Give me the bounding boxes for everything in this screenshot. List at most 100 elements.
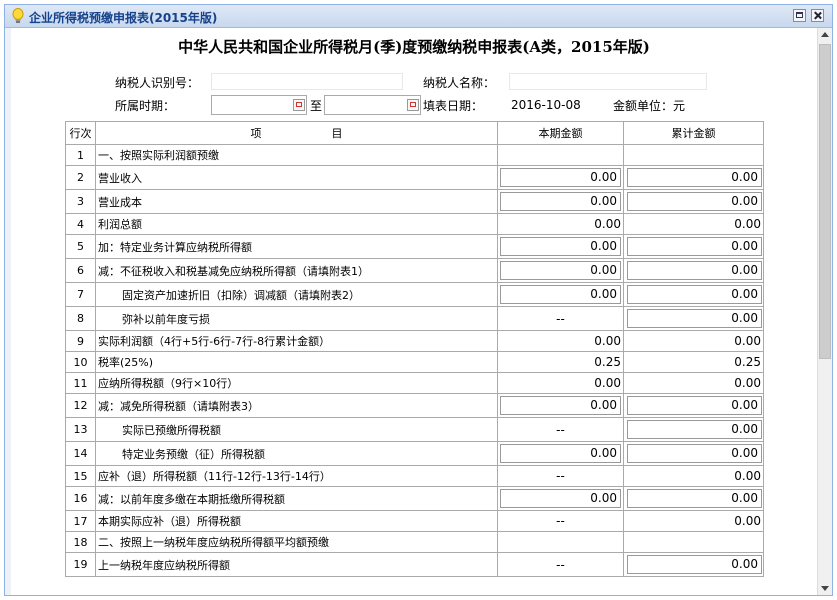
table-row: 18 二、按照上一纳税年度应纳税所得额平均额预缴 <box>65 532 764 553</box>
table-row: 12 减：减免所得税额（请填附表3） 0.00 0.00 <box>65 394 764 418</box>
report-table: 行次 项 目 本期金额 累计金额 1 一、按照实际利润额预缴 2 营业收入 0.00 0.… <box>65 121 764 577</box>
taxpayer-id-input[interactable] <box>211 73 403 90</box>
table-row: 14 特定业务预缴（征）所得税额 0.00 0.00 <box>65 442 764 466</box>
cumulative-amount-input[interactable]: 0.00 <box>627 285 762 304</box>
row-current-cell: 0.00 <box>497 283 623 306</box>
current-amount-value: 0.25 <box>594 355 621 369</box>
row-item-label: 一、按照实际利润额预缴 <box>95 145 497 165</box>
current-amount-input[interactable]: 0.00 <box>500 192 621 211</box>
current-amount-input[interactable]: 0.00 <box>500 489 621 508</box>
calendar-icon[interactable] <box>293 99 305 111</box>
table-row: 2 营业收入 0.00 0.00 <box>65 166 764 190</box>
table-row: 3 营业成本 0.00 0.00 <box>65 190 764 214</box>
cumulative-amount-value: 0.00 <box>734 514 761 528</box>
taxpayer-name-label: 纳税人名称： <box>423 76 496 90</box>
cumulative-amount-value: 0.25 <box>734 355 761 369</box>
row-item-label: 税率(25%) <box>95 352 497 372</box>
cumulative-amount-value: 0.00 <box>734 469 761 483</box>
period-label: 所属时期： <box>115 99 176 113</box>
cumulative-amount-value: 0.00 <box>734 334 761 348</box>
cumulative-amount-input[interactable]: 0.00 <box>627 192 762 211</box>
report-title: 中华人民共和国企业所得税月(季)度预缴纳税申报表(A类，2015年版) <box>178 38 650 56</box>
window-restore-icon[interactable] <box>793 9 806 22</box>
row-cumulative-cell: 0.00 <box>623 331 764 351</box>
row-item-label: 弥补以前年度亏损 <box>95 307 497 330</box>
cumulative-amount-input[interactable]: 0.00 <box>627 555 762 574</box>
header-item: 项 目 <box>95 122 497 144</box>
row-current-cell: 0.00 <box>497 214 623 234</box>
table-row: 6 减：不征税收入和税基减免应纳税所得额（请填附表1） 0.00 0.00 <box>65 259 764 283</box>
row-current-cell: 0.00 <box>497 442 623 465</box>
table-row: 17 本期实际应补（退）所得税额 -- 0.00 <box>65 511 764 532</box>
row-current-cell <box>497 532 623 552</box>
cumulative-amount-value: 0.00 <box>734 376 761 390</box>
window-close-icon[interactable] <box>811 9 824 22</box>
row-cumulative-cell: 0.00 <box>623 442 764 465</box>
row-cumulative-cell: 0.25 <box>623 352 764 372</box>
scroll-thumb[interactable] <box>819 44 831 359</box>
row-cumulative-cell: 0.00 <box>623 373 764 393</box>
row-number: 12 <box>65 394 95 417</box>
unit-label: 金额单位：元 <box>613 99 686 113</box>
row-current-cell: 0.00 <box>497 394 623 417</box>
taxpayer-name-input[interactable] <box>509 73 707 90</box>
table-row: 4 利润总额 0.00 0.00 <box>65 214 764 235</box>
scroll-down-icon[interactable] <box>818 581 832 595</box>
row-current-cell: 0.25 <box>497 352 623 372</box>
current-amount-input[interactable]: 0.00 <box>500 285 621 304</box>
row-current-cell: 0.00 <box>497 331 623 351</box>
scroll-up-icon[interactable] <box>818 28 832 42</box>
row-item-label: 营业成本 <box>95 190 497 213</box>
period-end-input[interactable] <box>324 95 421 115</box>
dialog-window: 企业所得税预缴申报表(2015年版) 中华人民共和国企业所得税月(季)度预缴纳税… <box>4 4 833 596</box>
row-item-label: 特定业务预缴（征）所得税额 <box>95 442 497 465</box>
row-current-cell: 0.00 <box>497 166 623 189</box>
row-number: 6 <box>65 259 95 282</box>
cumulative-amount-input[interactable]: 0.00 <box>627 396 762 415</box>
table-row: 13 实际已预缴所得税额 -- 0.00 <box>65 418 764 442</box>
calendar-icon[interactable] <box>407 99 419 111</box>
row-item-label: 实际已预缴所得税额 <box>95 418 497 441</box>
fill-date-label: 填表日期： <box>423 99 484 113</box>
row-number: 4 <box>65 214 95 234</box>
period-to-label: 至 <box>310 99 323 113</box>
row-item-label: 上一纳税年度应纳税所得额 <box>95 553 497 576</box>
table-row: 1 一、按照实际利润额预缴 <box>65 145 764 166</box>
row-current-cell: -- <box>497 553 623 576</box>
row-number: 15 <box>65 466 95 486</box>
cumulative-amount-input[interactable]: 0.00 <box>627 489 762 508</box>
row-cumulative-cell: 0.00 <box>623 259 764 282</box>
row-cumulative-cell: 0.00 <box>623 511 764 531</box>
row-cumulative-cell <box>623 145 764 165</box>
cumulative-amount-input[interactable]: 0.00 <box>627 420 762 439</box>
row-number: 3 <box>65 190 95 213</box>
cumulative-amount-input[interactable]: 0.00 <box>627 261 762 280</box>
cumulative-amount-input[interactable]: 0.00 <box>627 444 762 463</box>
current-amount-input[interactable]: 0.00 <box>500 261 621 280</box>
table-row: 15 应补（退）所得税额（11行-12行-13行-14行） -- 0.00 <box>65 466 764 487</box>
cumulative-amount-input[interactable]: 0.00 <box>627 168 762 187</box>
row-number: 19 <box>65 553 95 576</box>
row-cumulative-cell: 0.00 <box>623 466 764 486</box>
period-start-input[interactable] <box>211 95 307 115</box>
row-number: 10 <box>65 352 95 372</box>
row-number: 2 <box>65 166 95 189</box>
cumulative-amount-input[interactable]: 0.00 <box>627 309 762 328</box>
vertical-scrollbar[interactable] <box>817 28 832 595</box>
table-header-row: 行次 项 目 本期金额 累计金额 <box>65 122 764 145</box>
current-amount-input[interactable]: 0.00 <box>500 237 621 256</box>
row-number: 16 <box>65 487 95 510</box>
row-item-label: 减：以前年度多缴在本期抵缴所得税额 <box>95 487 497 510</box>
current-amount-value: 0.00 <box>594 217 621 231</box>
row-item-label: 实际利润额（4行+5行-6行-7行-8行累计金额） <box>95 331 497 351</box>
row-cumulative-cell: 0.00 <box>623 214 764 234</box>
cumulative-amount-input[interactable]: 0.00 <box>627 237 762 256</box>
current-amount-value: -- <box>556 311 565 326</box>
fill-date-value: 2016-10-08 <box>509 95 591 115</box>
current-amount-input[interactable]: 0.00 <box>500 168 621 187</box>
current-amount-input[interactable]: 0.00 <box>500 444 621 463</box>
row-current-cell: -- <box>497 511 623 531</box>
current-amount-input[interactable]: 0.00 <box>500 396 621 415</box>
table-row: 7 固定资产加速折旧（扣除）调减额（请填附表2） 0.00 0.00 <box>65 283 764 307</box>
report-content: 中华人民共和国企业所得税月(季)度预缴纳税申报表(A类，2015年版) 纳税人识… <box>11 28 817 595</box>
